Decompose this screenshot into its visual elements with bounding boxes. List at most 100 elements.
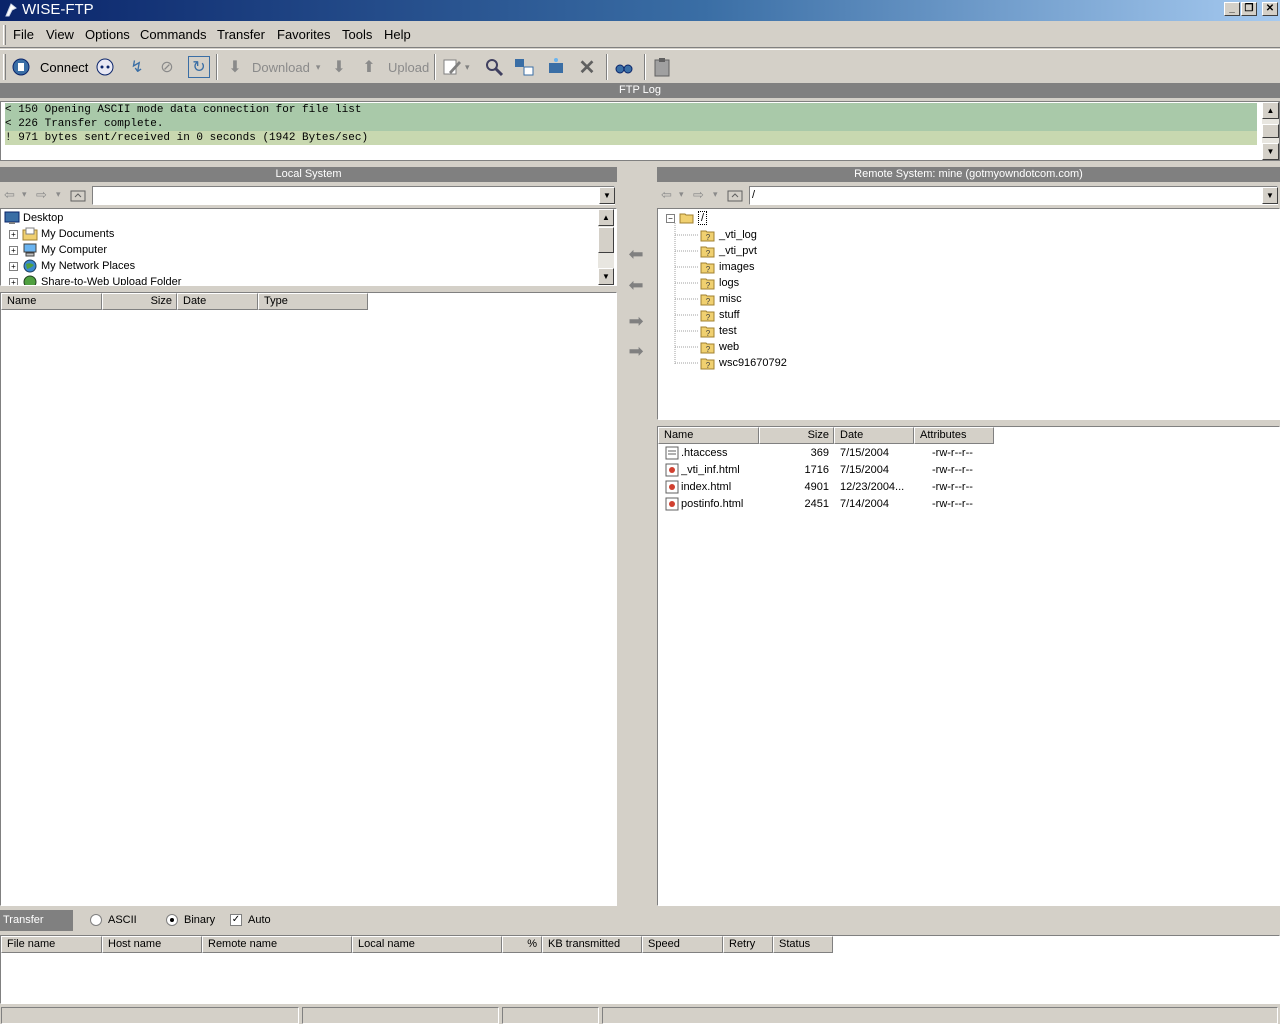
expand-icon[interactable]: +: [9, 245, 18, 255]
tree-item-folder[interactable]: ? misc: [700, 291, 742, 307]
tree-item-desktop[interactable]: Desktop: [4, 210, 63, 226]
col-header-size[interactable]: Size: [102, 293, 177, 310]
menu-view[interactable]: View: [46, 27, 74, 42]
auto-checkbox[interactable]: ✓ Auto: [230, 914, 271, 926]
menu-transfer[interactable]: Transfer: [217, 27, 265, 42]
col-header-file-name[interactable]: File name: [1, 936, 102, 953]
download-to-button[interactable]: ⬇: [328, 55, 350, 79]
col-header-attributes[interactable]: Attributes: [914, 427, 994, 444]
local-back-icon[interactable]: ⇦: [4, 187, 15, 203]
refresh-button[interactable]: ↻: [188, 55, 210, 79]
expand-icon[interactable]: +: [9, 229, 18, 239]
menu-commands[interactable]: Commands: [140, 27, 206, 42]
tree-item-folder[interactable]: ? test: [700, 323, 737, 339]
binary-radio[interactable]: Binary: [166, 914, 215, 926]
table-row[interactable]: index.html 4901 12/23/2004... -rw-r--r--: [658, 479, 998, 496]
table-row[interactable]: .htaccess 369 7/15/2004 -rw-r--r--: [658, 445, 998, 462]
collapse-icon[interactable]: −: [666, 213, 675, 223]
menu-favorites[interactable]: Favorites: [277, 27, 330, 42]
download-selected-icon[interactable]: ⬅: [624, 273, 648, 297]
scroll-thumb[interactable]: [1262, 124, 1279, 138]
remote-parent-folder-icon[interactable]: [727, 188, 743, 202]
close-button[interactable]: ✕: [1262, 2, 1278, 16]
expand-icon[interactable]: +: [9, 261, 18, 271]
clipboard-button[interactable]: [651, 55, 673, 79]
local-parent-folder-icon[interactable]: [70, 188, 86, 202]
connect-button[interactable]: Connect: [10, 55, 88, 79]
tree-item-folder[interactable]: ? _vti_log: [700, 227, 757, 243]
col-header-date[interactable]: Date: [177, 293, 258, 310]
col-header-name[interactable]: Name: [1, 293, 102, 310]
local-back-dropdown-icon[interactable]: ▾: [22, 189, 27, 200]
remote-path-input[interactable]: /: [749, 186, 1278, 205]
disconnect-button[interactable]: ↯: [126, 55, 148, 79]
tree-item-my-network-places[interactable]: + My Network Places: [9, 258, 135, 274]
binoculars-button[interactable]: [613, 55, 635, 79]
tree-item-folder[interactable]: ? wsc91670792: [700, 355, 787, 371]
scroll-down-icon[interactable]: ▼: [598, 268, 614, 285]
col-header-local-name[interactable]: Local name: [352, 936, 502, 953]
download-button[interactable]: ⬇ Download ▾: [224, 55, 320, 79]
col-header-percent[interactable]: %: [502, 936, 542, 953]
tree-item-folder[interactable]: ? images: [700, 259, 754, 275]
scroll-up-icon[interactable]: ▲: [598, 209, 614, 226]
table-row[interactable]: _vti_inf.html 1716 7/15/2004 -rw-r--r--: [658, 462, 998, 479]
upload-selected-icon[interactable]: ➡: [624, 309, 648, 333]
menu-options[interactable]: Options: [85, 27, 130, 42]
remote-forward-dropdown-icon[interactable]: ▾: [713, 189, 718, 200]
menu-file[interactable]: File: [13, 27, 34, 42]
tree-item-my-documents[interactable]: + My Documents: [9, 226, 114, 242]
stop-button[interactable]: ⊘: [156, 55, 178, 79]
col-header-retry[interactable]: Retry: [723, 936, 773, 953]
sync-button[interactable]: [545, 55, 567, 79]
quick-connect-button[interactable]: [94, 55, 116, 79]
local-forward-icon[interactable]: ⇨: [36, 187, 47, 203]
log-scrollbar[interactable]: ▲ ▼: [1262, 102, 1279, 160]
col-header-type[interactable]: Type: [258, 293, 368, 310]
tree-item-label: /: [698, 211, 708, 225]
tree-item-share-to-web[interactable]: + Share-to-Web Upload Folder: [9, 274, 181, 285]
download-dropdown-icon[interactable]: ▾: [316, 62, 321, 73]
transfer-arrow-bar: ⬅ ⬅ ➡ ➡: [618, 167, 656, 907]
upload-button[interactable]: ⬆ Upload: [358, 55, 429, 79]
minimize-button[interactable]: _: [1224, 2, 1240, 16]
download-all-icon[interactable]: ⬅: [624, 242, 648, 266]
upload-all-icon[interactable]: ➡: [624, 339, 648, 363]
local-tree-scrollbar[interactable]: ▲ ▼: [598, 209, 614, 285]
edit-dropdown-icon[interactable]: ▾: [465, 62, 470, 73]
tree-item-folder[interactable]: ? web: [700, 339, 739, 355]
col-header-kb-transmitted[interactable]: KB transmitted: [542, 936, 642, 953]
ascii-radio[interactable]: ASCII: [90, 914, 137, 926]
search-button[interactable]: [483, 55, 505, 79]
menu-tools[interactable]: Tools: [342, 27, 372, 42]
tree-item-folder[interactable]: ? stuff: [700, 307, 740, 323]
scroll-down-icon[interactable]: ▼: [1262, 143, 1279, 160]
col-header-date[interactable]: Date: [834, 427, 914, 444]
expand-icon[interactable]: +: [9, 277, 18, 285]
tree-item-folder[interactable]: ? _vti_pvt: [700, 243, 757, 259]
scroll-thumb[interactable]: [598, 227, 614, 253]
local-path-input[interactable]: [92, 186, 615, 205]
col-header-size[interactable]: Size: [759, 427, 834, 444]
remote-back-icon[interactable]: ⇦: [661, 187, 672, 203]
col-header-remote-name[interactable]: Remote name: [202, 936, 352, 953]
remote-back-dropdown-icon[interactable]: ▾: [679, 189, 684, 200]
local-path-dropdown-icon[interactable]: ▼: [599, 187, 615, 204]
tree-item-folder[interactable]: ? logs: [700, 275, 739, 291]
tree-item-root[interactable]: − /: [666, 210, 708, 226]
delete-button[interactable]: ✕: [576, 55, 598, 79]
scroll-up-icon[interactable]: ▲: [1262, 102, 1279, 119]
menu-help[interactable]: Help: [384, 27, 411, 42]
remote-forward-icon[interactable]: ⇨: [693, 187, 704, 203]
restore-button[interactable]: ❐: [1241, 2, 1257, 16]
local-forward-dropdown-icon[interactable]: ▾: [56, 189, 61, 200]
col-header-status[interactable]: Status: [773, 936, 833, 953]
col-header-host-name[interactable]: Host name: [102, 936, 202, 953]
remote-path-dropdown-icon[interactable]: ▼: [1262, 187, 1278, 204]
table-row[interactable]: postinfo.html 2451 7/14/2004 -rw-r--r--: [658, 496, 998, 513]
tree-item-my-computer[interactable]: + My Computer: [9, 242, 107, 258]
col-header-speed[interactable]: Speed: [642, 936, 723, 953]
col-header-name[interactable]: Name: [658, 427, 759, 444]
compare-button[interactable]: [513, 55, 535, 79]
edit-button[interactable]: ▾: [441, 55, 470, 79]
